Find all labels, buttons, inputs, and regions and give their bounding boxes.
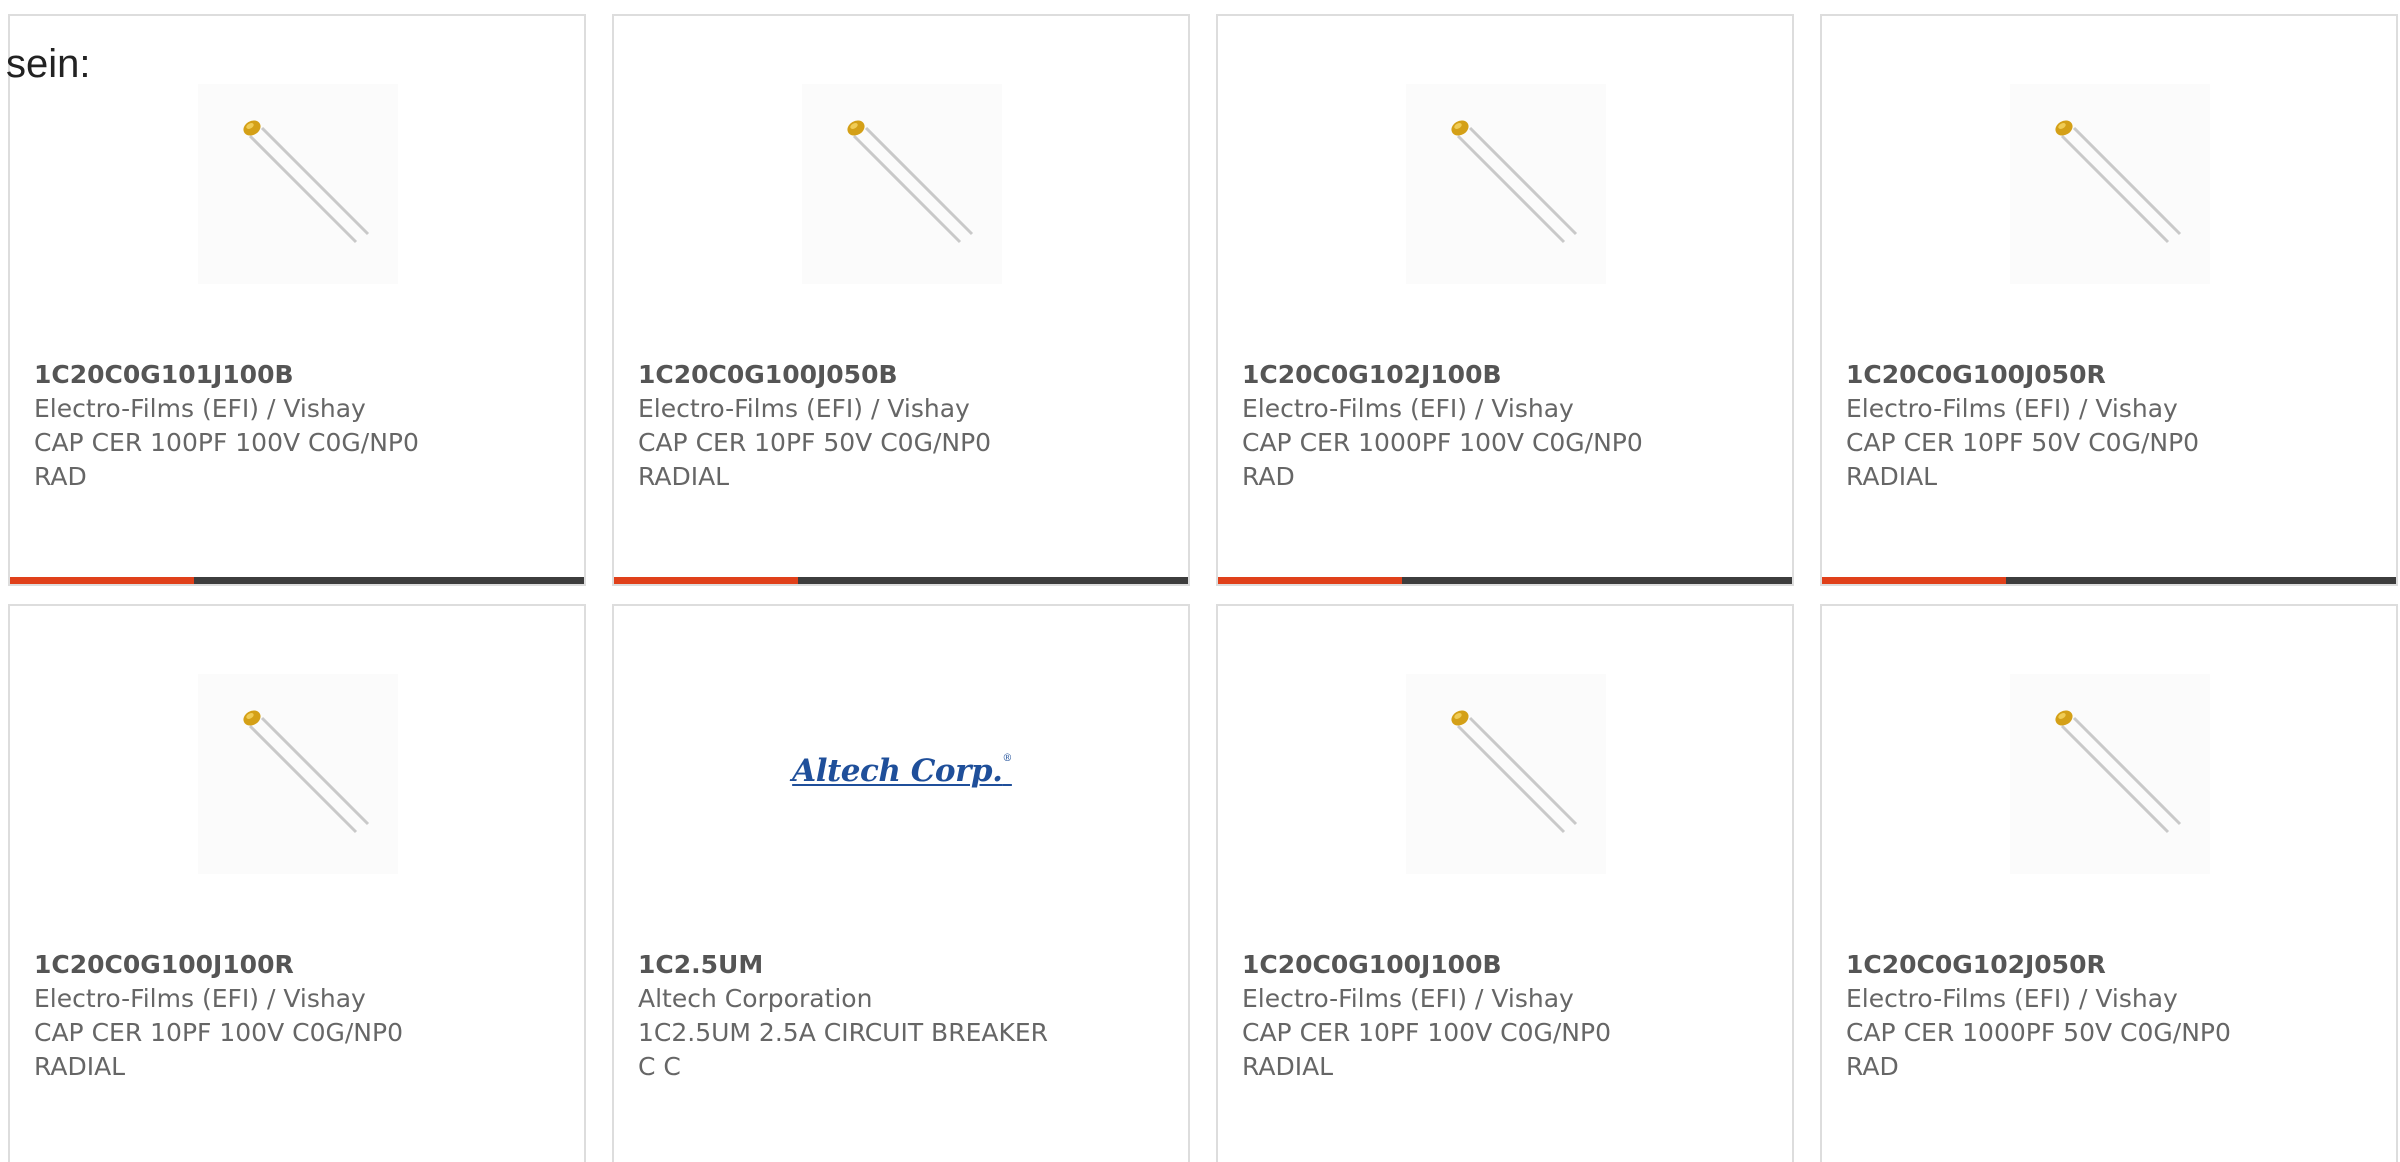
ceramic-capacitor-image[interactable]: [1406, 674, 1606, 874]
description-line: C C: [638, 1052, 681, 1081]
description-line: CAP CER 10PF 50V C0G/NP0: [1846, 428, 2200, 457]
product-card[interactable]: 1C20C0G100J050B Electro-Films (EFI) / Vi…: [612, 14, 1190, 586]
manufacturer-name: Electro-Films (EFI) / Vishay: [638, 394, 970, 423]
product-grid-page: sein: 1C20C0G101J100B Electro-Films (EFI…: [0, 0, 2400, 1162]
description-line: RADIAL: [1846, 462, 1938, 491]
product-info: 1C20C0G100J050B Electro-Films (EFI) / Vi…: [638, 358, 1168, 494]
part-number-link[interactable]: 1C20C0G101J100B: [34, 358, 564, 392]
product-info: 1C20C0G100J100R Electro-Films (EFI) / Vi…: [34, 948, 564, 1084]
progress-fill: [1822, 577, 2006, 584]
product-card[interactable]: 1C20C0G100J050R Electro-Films (EFI) / Vi…: [1820, 14, 2398, 586]
product-info: 1C20C0G101J100B Electro-Films (EFI) / Vi…: [34, 358, 564, 494]
description-line: RADIAL: [34, 1052, 126, 1081]
ceramic-capacitor-image[interactable]: [2010, 84, 2210, 284]
product-info: 1C20C0G102J100B Electro-Films (EFI) / Vi…: [1242, 358, 1772, 494]
product-card[interactable]: 1C20C0G100J100B Electro-Films (EFI) / Vi…: [1216, 604, 1794, 1162]
ceramic-capacitor-image[interactable]: [198, 674, 398, 874]
manufacturer-name: Electro-Films (EFI) / Vishay: [34, 984, 366, 1013]
manufacturer-name: Electro-Films (EFI) / Vishay: [1846, 984, 2178, 1013]
description-line: RADIAL: [1242, 1052, 1334, 1081]
manufacturer-name: Electro-Films (EFI) / Vishay: [1846, 394, 2178, 423]
description-line: CAP CER 1000PF 50V C0G/NP0: [1846, 1018, 2231, 1047]
description-line: RAD: [1242, 462, 1295, 491]
description-line: RADIAL: [638, 462, 730, 491]
description-line: RAD: [1846, 1052, 1899, 1081]
part-number-link[interactable]: 1C20C0G102J050R: [1846, 948, 2376, 982]
description-line: CAP CER 1000PF 100V C0G/NP0: [1242, 428, 1643, 457]
progress-bar: [1822, 577, 2396, 584]
description-line: CAP CER 10PF 50V C0G/NP0: [638, 428, 992, 457]
manufacturer-name: Electro-Films (EFI) / Vishay: [1242, 394, 1574, 423]
description-line: 1C2.5UM 2.5A CIRCUIT BREAKER: [638, 1018, 1049, 1047]
product-card[interactable]: 1C20C0G101J100B Electro-Films (EFI) / Vi…: [8, 14, 586, 586]
ceramic-capacitor-image[interactable]: [198, 84, 398, 284]
progress-fill: [614, 577, 798, 584]
part-number-link[interactable]: 1C20C0G100J100B: [1242, 948, 1772, 982]
product-card[interactable]: Altech Corp.® 1C2.5UM Altech Corporation…: [612, 604, 1190, 1162]
product-card[interactable]: 1C20C0G102J100B Electro-Films (EFI) / Vi…: [1216, 14, 1794, 586]
product-info: 1C20C0G102J050R Electro-Films (EFI) / Vi…: [1846, 948, 2376, 1084]
progress-bar: [614, 577, 1188, 584]
description-line: CAP CER 10PF 100V C0G/NP0: [34, 1018, 403, 1047]
part-number-link[interactable]: 1C20C0G102J100B: [1242, 358, 1772, 392]
description-line: CAP CER 100PF 100V C0G/NP0: [34, 428, 419, 457]
ceramic-capacitor-image[interactable]: [802, 84, 1002, 284]
altech-logo[interactable]: Altech Corp.®: [792, 746, 1012, 796]
product-info: 1C20C0G100J100B Electro-Films (EFI) / Vi…: [1242, 948, 1772, 1084]
product-info: 1C2.5UM Altech Corporation 1C2.5UM 2.5A …: [638, 948, 1168, 1084]
altech-logo-text: Altech Corp.®: [792, 753, 1012, 789]
part-number-link[interactable]: 1C2.5UM: [638, 948, 1168, 982]
ceramic-capacitor-image[interactable]: [1406, 84, 1606, 284]
product-info: 1C20C0G100J050R Electro-Films (EFI) / Vi…: [1846, 358, 2376, 494]
part-number-link[interactable]: 1C20C0G100J050R: [1846, 358, 2376, 392]
product-card[interactable]: 1C20C0G102J050R Electro-Films (EFI) / Vi…: [1820, 604, 2398, 1162]
progress-fill: [10, 577, 194, 584]
part-number-link[interactable]: 1C20C0G100J100R: [34, 948, 564, 982]
part-number-link[interactable]: 1C20C0G100J050B: [638, 358, 1168, 392]
ceramic-capacitor-image[interactable]: [2010, 674, 2210, 874]
manufacturer-name: Electro-Films (EFI) / Vishay: [1242, 984, 1574, 1013]
description-line: CAP CER 10PF 100V C0G/NP0: [1242, 1018, 1611, 1047]
manufacturer-name: Electro-Films (EFI) / Vishay: [34, 394, 366, 423]
description-line: RAD: [34, 462, 87, 491]
product-card[interactable]: 1C20C0G100J100R Electro-Films (EFI) / Vi…: [8, 604, 586, 1162]
progress-bar: [10, 577, 584, 584]
progress-fill: [1218, 577, 1402, 584]
intro-text: sein:: [6, 42, 91, 86]
progress-bar: [1218, 577, 1792, 584]
manufacturer-name: Altech Corporation: [638, 984, 873, 1013]
